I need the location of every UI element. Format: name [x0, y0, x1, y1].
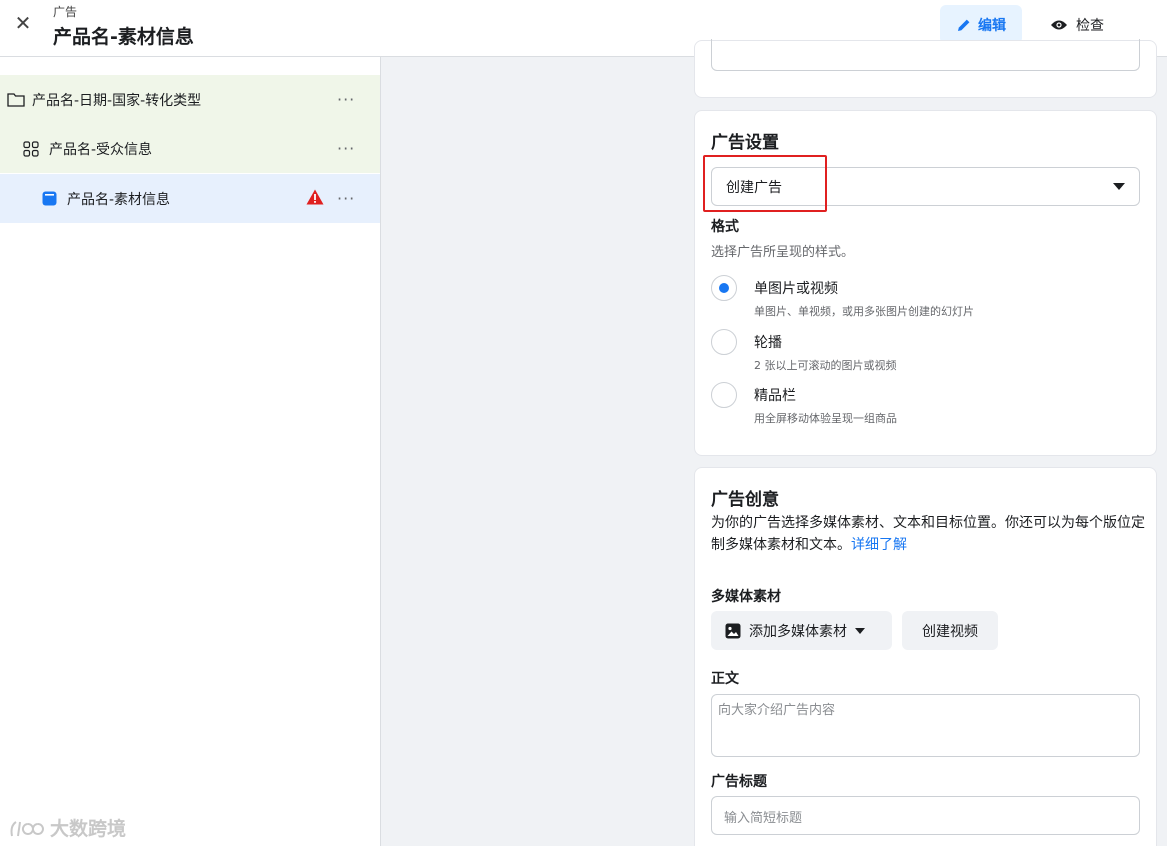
grid-icon: [23, 140, 39, 157]
tree-item-label: 产品名-素材信息: [67, 191, 171, 208]
review-label: 检查: [1076, 17, 1104, 34]
learn-more-link[interactable]: 详细了解: [851, 537, 907, 553]
ad-creative-card: 广告创意 为你的广告选择多媒体素材、文本和目标位置。你还可以为每个版位定制多媒体…: [694, 467, 1157, 846]
tree-item-label: 产品名-受众信息: [49, 141, 153, 158]
breadcrumb: 广告: [53, 5, 78, 19]
chevron-down-icon: [1113, 183, 1125, 190]
create-video-button[interactable]: 创建视频: [902, 611, 998, 650]
more-icon[interactable]: ···: [337, 190, 355, 206]
warning-icon: [306, 189, 324, 209]
previous-section-card: [694, 39, 1157, 98]
ad-setup-value: 创建广告: [726, 179, 782, 196]
headline-label: 广告标题: [711, 774, 767, 790]
watermark-text: 大数跨境: [50, 818, 127, 840]
media-label: 多媒体素材: [711, 589, 781, 605]
chevron-down-icon: [855, 627, 865, 634]
page-title: 产品名-素材信息: [53, 26, 194, 48]
eye-icon: [1051, 20, 1067, 29]
format-hint: 选择广告所呈现的样式。: [711, 245, 855, 260]
ad-creative-description: 为你的广告选择多媒体素材、文本和目标位置。你还可以为每个版位定制多媒体素材和文本…: [711, 512, 1146, 556]
format-label: 格式: [711, 219, 739, 235]
option-desc: 2 张以上可滚动的图片或视频: [754, 359, 897, 372]
body-label: 正文: [711, 671, 739, 687]
previous-input-field[interactable]: [711, 39, 1140, 71]
tree-item-label: 产品名-日期-国家-转化类型: [32, 92, 202, 109]
ad-icon: [42, 191, 57, 206]
description-text: 为你的广告选择多媒体素材、文本和目标位置。你还可以为每个版位定制多媒体素材和文本…: [711, 515, 1145, 553]
ad-settings-card: 广告设置 创建广告 格式 选择广告所呈现的样式。 单图片或视频 单图片、单视频，…: [694, 110, 1157, 456]
radio-collection[interactable]: [711, 382, 737, 408]
tree-item-ad[interactable]: 产品名-素材信息 ···: [0, 174, 380, 223]
option-title: 单图片或视频: [754, 281, 838, 297]
radio-carousel[interactable]: [711, 329, 737, 355]
option-desc: 用全屏移动体验呈现一组商品: [754, 412, 897, 425]
add-media-button[interactable]: 添加多媒体素材: [711, 611, 892, 650]
ad-settings-title: 广告设置: [711, 133, 779, 153]
watermark-logo-icon: [10, 820, 44, 836]
pencil-icon: [958, 19, 970, 31]
option-title: 轮播: [754, 335, 782, 351]
more-icon[interactable]: ···: [337, 91, 355, 107]
watermark: 大数跨境: [8, 814, 126, 841]
tree-item-campaign[interactable]: 产品名-日期-国家-转化类型 ···: [0, 75, 380, 124]
option-desc: 单图片、单视频，或用多张图片创建的幻灯片: [754, 305, 974, 318]
ad-creative-title: 广告创意: [711, 490, 779, 510]
option-title: 精品栏: [754, 388, 796, 404]
more-icon[interactable]: ···: [337, 140, 355, 156]
add-media-label: 添加多媒体素材: [749, 623, 847, 640]
headline-input[interactable]: 输入简短标题: [711, 796, 1140, 835]
radio-single-image[interactable]: [711, 275, 737, 301]
ad-setup-select[interactable]: 创建广告: [711, 167, 1140, 206]
image-icon: [725, 623, 741, 638]
edit-label: 编辑: [978, 17, 1006, 34]
folder-icon: [7, 92, 25, 107]
campaign-tree-panel: 产品名-日期-国家-转化类型 ··· 产品名-受众信息 ··· 产品名-素材信息…: [0, 57, 381, 846]
close-icon[interactable]: ✕: [12, 12, 34, 34]
tree-item-adset[interactable]: 产品名-受众信息 ···: [0, 124, 380, 173]
body-textarea[interactable]: 向大家介绍广告内容: [711, 694, 1140, 757]
